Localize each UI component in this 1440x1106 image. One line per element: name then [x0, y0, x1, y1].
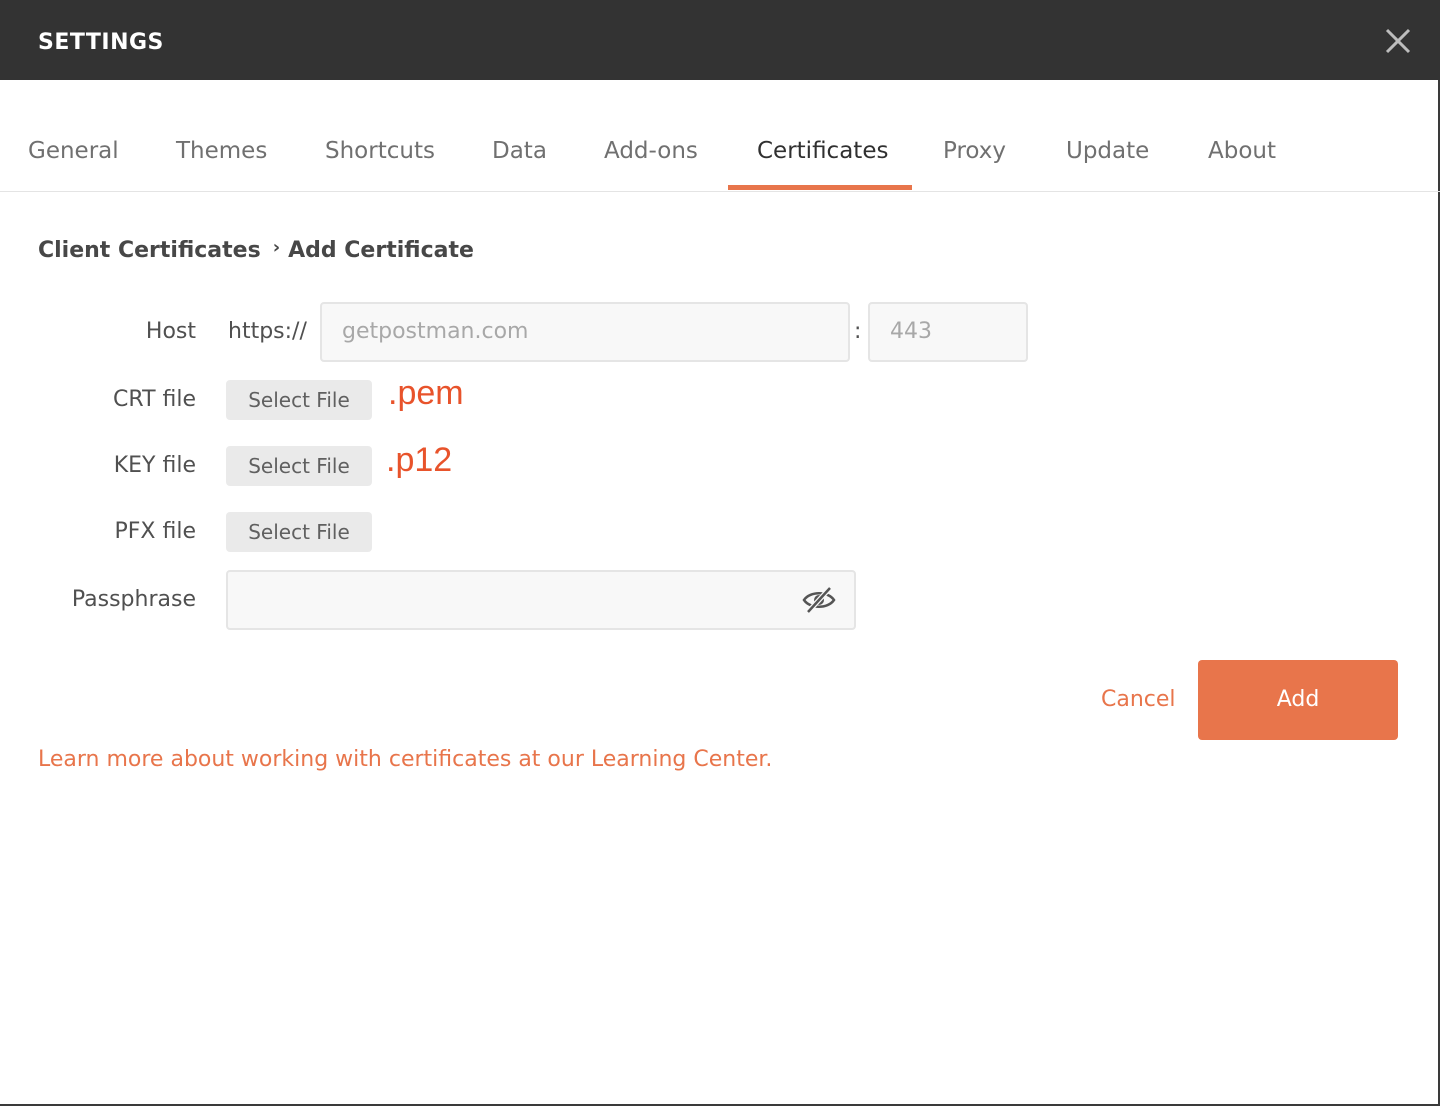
breadcrumb-current: Add Certificate	[288, 238, 474, 263]
host-protocol-prefix: https://	[228, 319, 307, 344]
tab-proxy[interactable]: Proxy	[943, 80, 1006, 190]
tab-themes[interactable]: Themes	[176, 80, 267, 190]
passphrase-input[interactable]	[226, 570, 856, 630]
breadcrumb-parent[interactable]: Client Certificates	[38, 238, 261, 263]
crt-select-file-button[interactable]: Select File	[226, 380, 372, 420]
tab-update[interactable]: Update	[1066, 80, 1149, 190]
settings-tabs: General Themes Shortcuts Data Add-ons Ce…	[0, 80, 1440, 192]
pfx-file-label: PFX file	[114, 519, 197, 544]
settings-modal: SETTINGS General Themes Shortcuts Data A…	[0, 0, 1440, 1106]
port-input[interactable]: 443	[868, 302, 1028, 362]
close-icon[interactable]	[1383, 26, 1413, 56]
titlebar: SETTINGS	[0, 0, 1440, 80]
active-tab-indicator	[728, 185, 912, 190]
host-input[interactable]: getpostman.com	[320, 302, 850, 362]
tab-certificates[interactable]: Certificates	[757, 80, 888, 190]
passphrase-label: Passphrase	[71, 587, 196, 612]
pfx-select-file-button[interactable]: Select File	[226, 512, 372, 552]
key-select-file-button[interactable]: Select File	[226, 446, 372, 486]
host-port-separator: :	[854, 319, 862, 344]
crt-annotation: .pem	[388, 374, 464, 412]
add-button[interactable]: Add	[1198, 660, 1398, 740]
tab-add-ons[interactable]: Add-ons	[604, 80, 698, 190]
modal-title: SETTINGS	[38, 30, 164, 55]
chevron-right-icon: ›	[272, 237, 281, 258]
crt-file-label: CRT file	[113, 387, 196, 412]
tab-general[interactable]: General	[28, 80, 119, 190]
cancel-button[interactable]: Cancel	[1101, 685, 1176, 715]
tab-shortcuts[interactable]: Shortcuts	[325, 80, 435, 190]
key-file-label: KEY file	[113, 453, 196, 478]
eye-slash-icon[interactable]	[802, 585, 836, 615]
tab-about[interactable]: About	[1208, 80, 1276, 190]
host-label: Host	[145, 319, 196, 344]
tab-data[interactable]: Data	[492, 80, 547, 190]
breadcrumb: Client Certificates › Add Certificate	[38, 236, 474, 267]
learning-center-link[interactable]: Learn more about working with certificat…	[38, 745, 772, 775]
key-annotation: .p12	[386, 441, 453, 479]
